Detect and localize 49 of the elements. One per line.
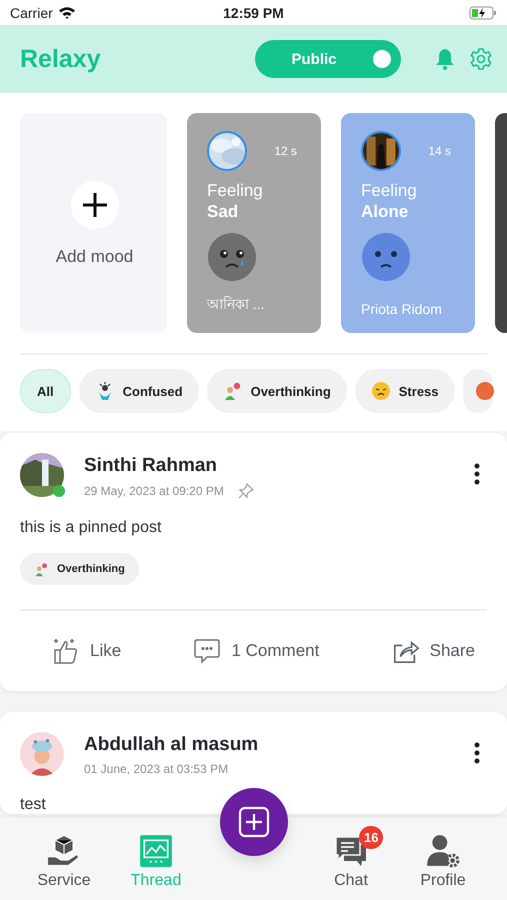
post-time: 29 May, 2023 at 09:20 PM [84, 484, 224, 498]
post-time: 01 June, 2023 at 03:53 PM [84, 762, 228, 776]
post-text: this is a pinned post [20, 519, 162, 537]
comment-icon [193, 637, 222, 665]
post-text: test [20, 796, 47, 814]
feeling-label: Feeling [207, 181, 264, 201]
share-button[interactable]: Share [392, 637, 475, 665]
nav-tab[interactable]: Service [28, 834, 100, 890]
mood-label: Alone [361, 201, 410, 222]
add-mood-card[interactable]: Add mood [20, 113, 167, 333]
overthinking-icon [34, 562, 49, 576]
battery-icon [468, 6, 497, 20]
user-name: আনিকা ... [207, 295, 266, 314]
wifi-icon [58, 6, 76, 19]
author-name: Sinthi Rahman [84, 455, 218, 477]
emoji-icon [474, 381, 495, 401]
more-icon [474, 463, 480, 485]
filter-chip[interactable]: Confused [78, 369, 199, 413]
plus-icon [82, 192, 108, 218]
thumbs-up-icon [52, 637, 80, 665]
nav-tab[interactable]: Profile [407, 834, 479, 890]
chart-monitor-icon [139, 834, 173, 868]
stressed-emoji-icon [370, 381, 391, 401]
user-settings-icon [426, 834, 460, 868]
like-button[interactable]: Like [52, 637, 122, 665]
tag-label: Overthinking [57, 563, 125, 575]
elapsed-time: 14 s [428, 144, 451, 158]
sad-emoji-icon [361, 232, 411, 282]
filter-chip[interactable]: All [20, 369, 71, 413]
mood-label: Sad [207, 201, 240, 222]
unread-badge: 16 [359, 826, 384, 849]
add-button[interactable] [70, 181, 118, 229]
filter-chip[interactable]: Overthinking [206, 369, 347, 413]
clock-time: 12:59 PM [223, 4, 284, 20]
hand-box-icon [47, 834, 81, 868]
add-icon [238, 806, 270, 838]
feeling-label: Feeling [361, 181, 418, 201]
filter-chip[interactable] [462, 369, 493, 413]
user-name: Priota Ridom [361, 301, 443, 317]
author-name: Abdullah al masum [84, 734, 260, 756]
comment-button[interactable]: 1 Comment [193, 637, 320, 665]
more-icon [474, 742, 480, 764]
overthinking-icon [222, 381, 243, 401]
carrier-label: Carrier [10, 4, 53, 20]
app-logo: Relaxy [20, 44, 102, 74]
crying-emoji-icon [207, 232, 257, 282]
filter-chip[interactable]: Stress [354, 369, 455, 413]
elapsed-time: 12 s [274, 144, 297, 158]
add-mood-label: Add mood [56, 247, 134, 267]
